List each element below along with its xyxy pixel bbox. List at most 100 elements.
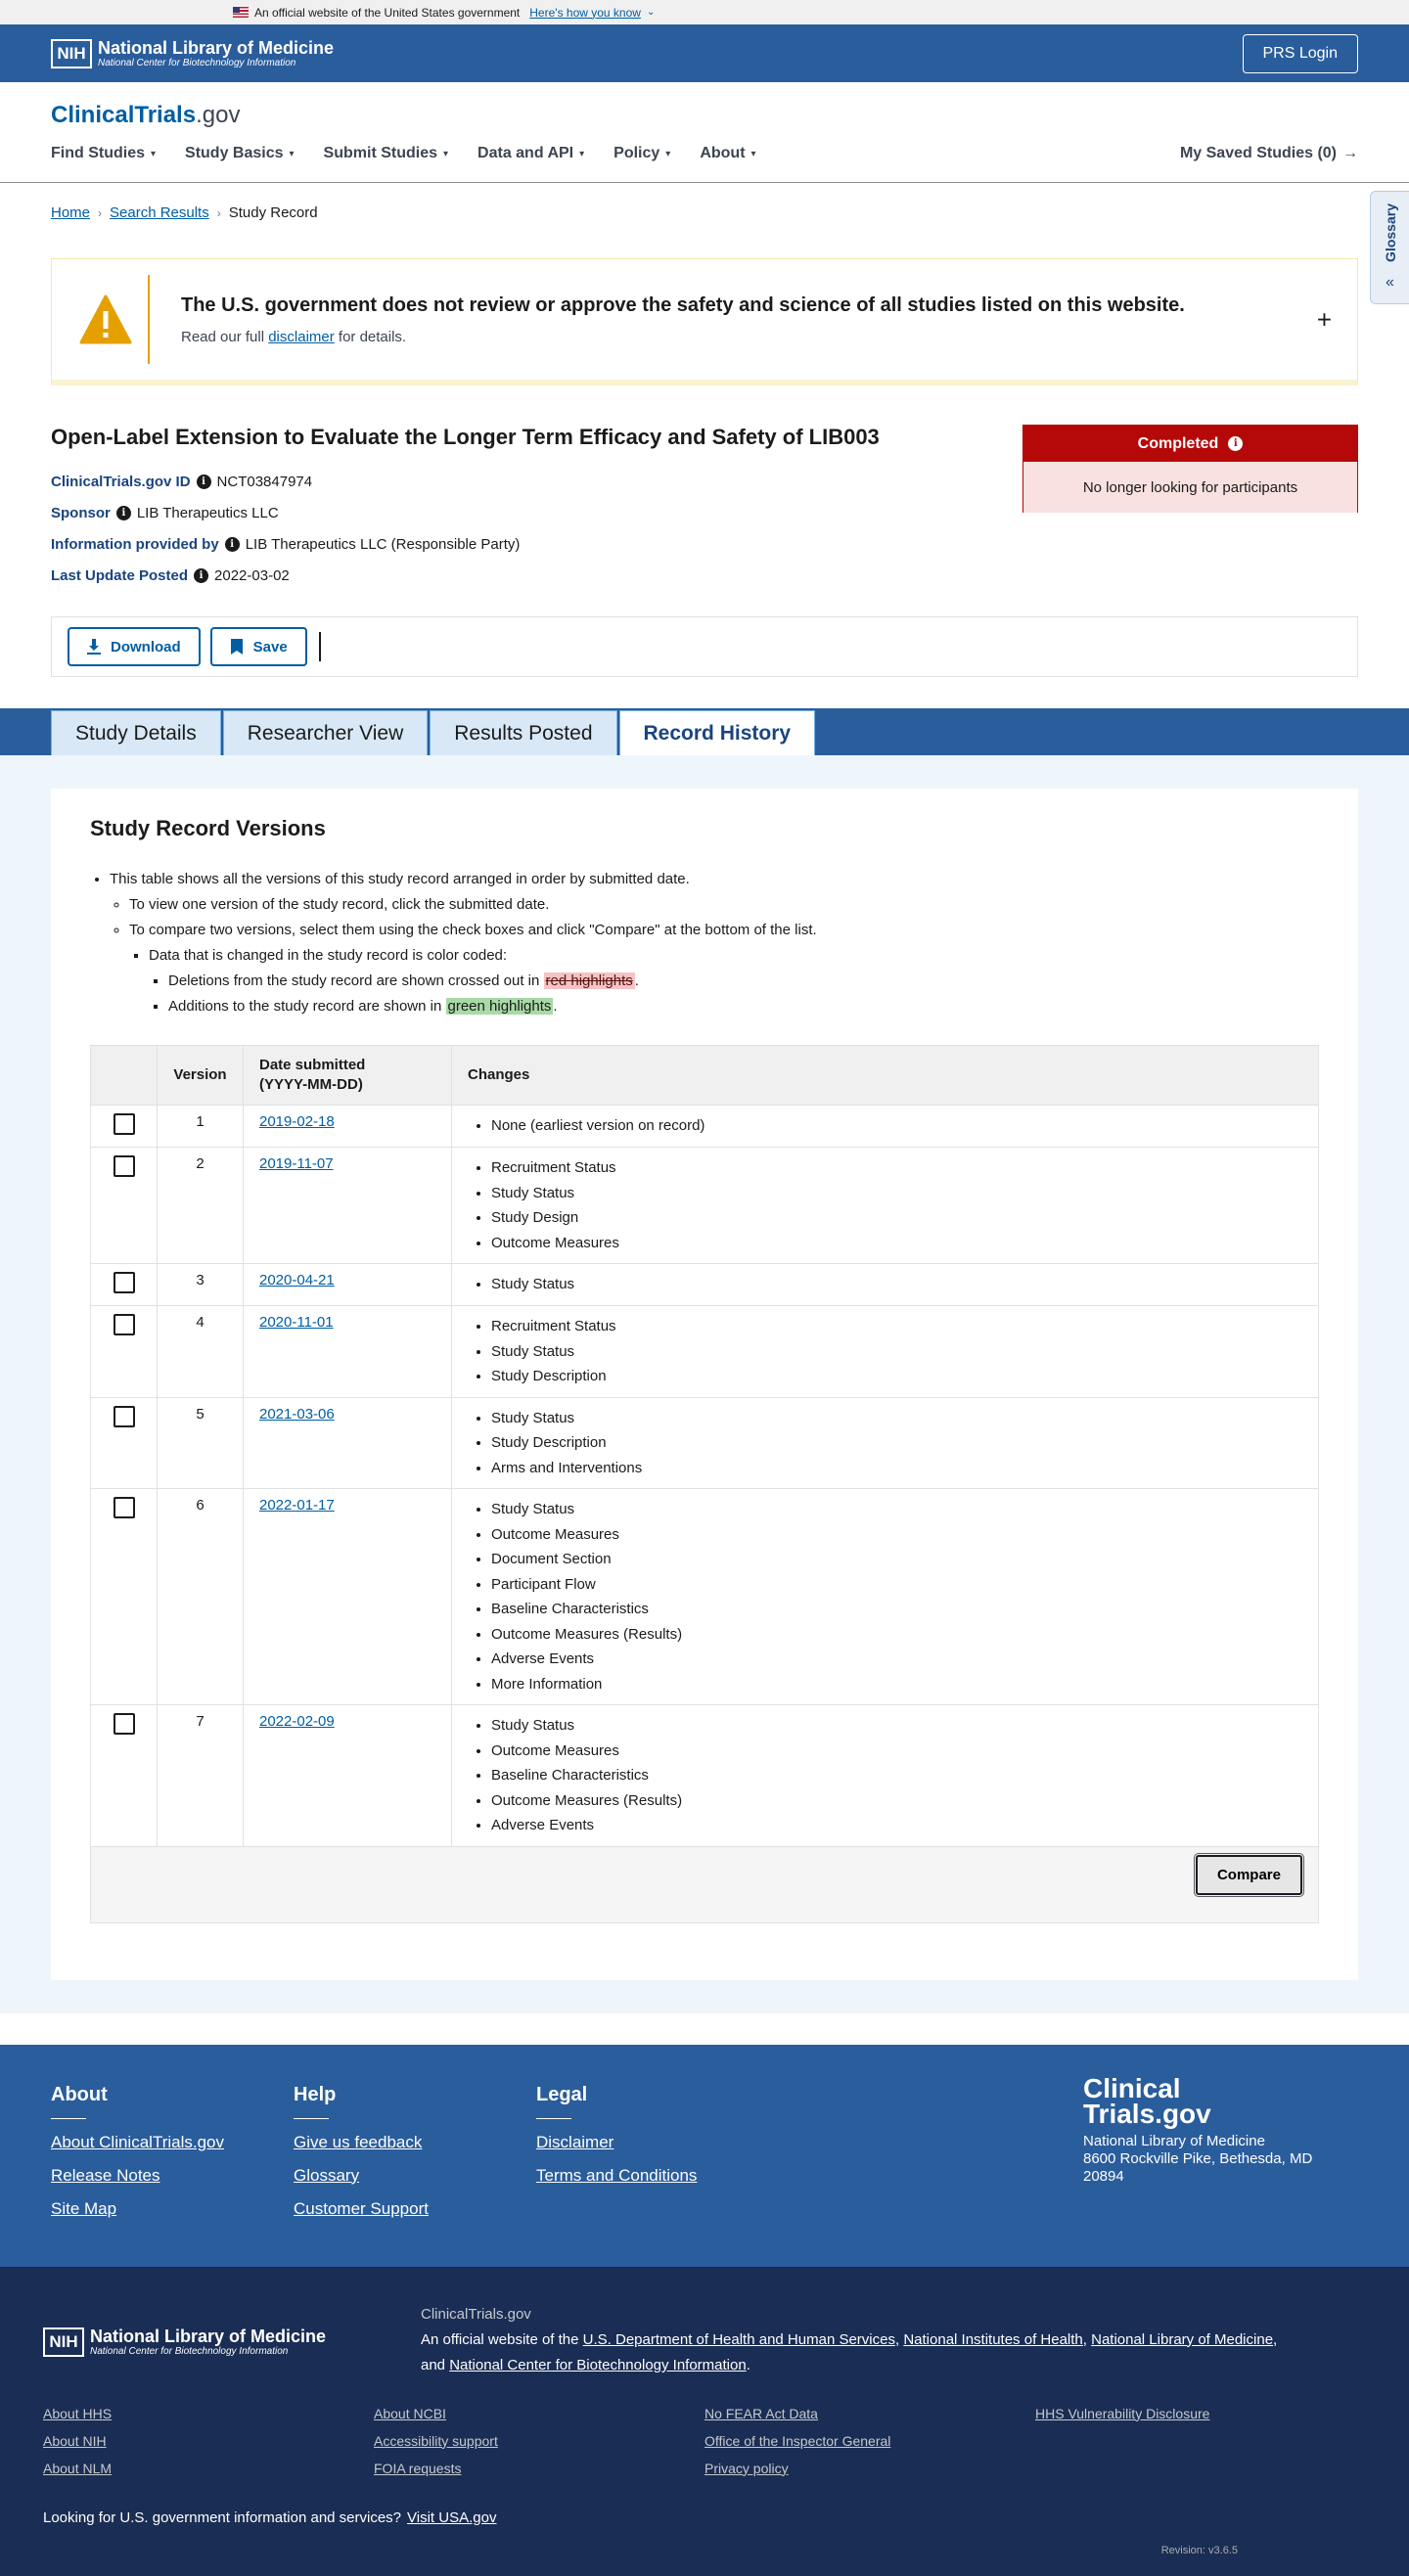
link-inspector-general[interactable]: Office of the Inspector General	[704, 2433, 1035, 2449]
nav-policy-label: Policy	[614, 145, 660, 161]
version-number: 6	[157, 1488, 244, 1705]
link-about-nlm[interactable]: About NLM	[43, 2461, 374, 2476]
footer-brand: Clinical Trials.gov	[1083, 2074, 1312, 2127]
tab-results-posted[interactable]: Results Posted	[430, 710, 617, 755]
link-vulnerability[interactable]: HHS Vulnerability Disclosure	[1035, 2406, 1366, 2421]
hhs-link[interactable]: U.S. Department of Health and Human Serv…	[583, 2331, 895, 2348]
info-icon[interactable]: i	[196, 475, 211, 489]
info-icon[interactable]: i	[194, 568, 209, 583]
version-checkbox[interactable]	[113, 1113, 135, 1135]
alert-title: The U.S. government does not review or a…	[181, 294, 1185, 316]
instruction-text-4: Data that is changed in the study record…	[149, 947, 508, 964]
save-button[interactable]: Save	[209, 627, 307, 666]
change-item: Outcome Measures (Results)	[491, 1622, 1302, 1648]
chevron-down-icon: ▾	[443, 148, 449, 159]
nct-id-value: NCT03847974	[216, 474, 313, 490]
link-no-fear[interactable]: No FEAR Act Data	[704, 2406, 1035, 2421]
nav-about[interactable]: About ▾	[700, 145, 755, 162]
versions-instructions: This table shows all the versions of thi…	[90, 867, 1319, 1019]
table-row: 5 2021-03-06 Study StatusStudy Description…	[90, 1396, 1319, 1489]
expand-plus-icon[interactable]: +	[1317, 304, 1332, 335]
footer-link-release-notes[interactable]: Release Notes	[51, 2166, 294, 2186]
heres-how-you-know-link[interactable]: Here's how you know	[529, 6, 641, 20]
version-date-link[interactable]: 2021-03-06	[259, 1406, 335, 1423]
version-date-link[interactable]: 2022-02-09	[259, 1713, 335, 1730]
changes-cell: Study StatusOutcome MeasuresBaseline Cha…	[451, 1704, 1319, 1846]
footer-link-glossary[interactable]: Glossary	[294, 2166, 536, 2186]
footer-link-site-map[interactable]: Site Map	[51, 2199, 294, 2219]
link-accessibility[interactable]: Accessibility support	[374, 2433, 704, 2449]
site-footer: About About ClinicalTrials.gov Release N…	[0, 2044, 1409, 2267]
clinicaltrials-logo[interactable]: ClinicalTrials.gov	[51, 102, 240, 129]
link-privacy[interactable]: Privacy policy	[704, 2461, 1035, 2476]
main-nav: Find Studies ▾ Study Basics ▾ Submit Studi…	[51, 145, 1358, 162]
agency-footer: NIH National Library of Medicine Nationa…	[0, 2266, 1409, 2576]
select-cell	[90, 1105, 158, 1148]
footer-link-terms[interactable]: Terms and Conditions	[536, 2166, 779, 2186]
prs-login-button[interactable]: PRS Login	[1242, 33, 1358, 73]
green-highlight-sample: green highlights	[445, 998, 554, 1015]
nih-logo[interactable]: NIH National Library of Medicine Nationa…	[51, 38, 334, 68]
nlm-footer-logo[interactable]: NIH National Library of Medicine Nationa…	[43, 2306, 421, 2378]
footer-link-disclaimer[interactable]: Disclaimer	[536, 2133, 779, 2152]
download-button[interactable]: Download	[68, 627, 201, 666]
version-checkbox[interactable]	[113, 1497, 135, 1518]
change-item: Study Status	[491, 1713, 1302, 1739]
select-cell	[90, 1263, 158, 1306]
link-foia[interactable]: FOIA requests	[374, 2461, 704, 2476]
version-checkbox[interactable]	[113, 1405, 135, 1427]
change-item: None (earliest version on record)	[491, 1113, 1302, 1139]
version-checkbox[interactable]	[113, 1272, 135, 1293]
change-item: Study Description	[491, 1430, 1302, 1456]
double-chevron-left-icon: «	[1386, 273, 1394, 291]
ncbi-link[interactable]: National Center for Biotechnology Inform…	[449, 2357, 747, 2373]
link-about-ncbi[interactable]: About NCBI	[374, 2406, 704, 2421]
version-checkbox[interactable]	[113, 1155, 135, 1177]
saved-studies-label: My Saved Studies (0)	[1179, 145, 1337, 161]
info-icon[interactable]: i	[1228, 436, 1244, 451]
change-item: Recruitment Status	[491, 1155, 1302, 1181]
link-about-nih[interactable]: About NIH	[43, 2433, 374, 2449]
compare-button[interactable]: Compare	[1193, 1852, 1305, 1897]
nav-policy[interactable]: Policy ▾	[614, 145, 670, 162]
version-date-link[interactable]: 2022-01-17	[259, 1497, 335, 1514]
version-date-link[interactable]: 2019-02-18	[259, 1113, 335, 1130]
change-item: Study Status	[491, 1497, 1302, 1522]
gov-banner: An official website of the United States…	[0, 0, 1409, 24]
nav-data-api[interactable]: Data and API ▾	[477, 145, 584, 162]
version-checkbox[interactable]	[113, 1713, 135, 1735]
nav-submit-studies[interactable]: Submit Studies ▾	[324, 145, 448, 162]
col-date-line2: (YYYY-MM-DD)	[259, 1076, 363, 1093]
usa-gov-link[interactable]: Visit USA.gov	[407, 2509, 496, 2526]
compare-cell: Compare	[90, 1845, 1319, 1922]
footer-link-feedback[interactable]: Give us feedback	[294, 2133, 536, 2152]
info-icon[interactable]: i	[224, 537, 240, 552]
version-date-link[interactable]: 2020-11-01	[259, 1314, 334, 1331]
version-date-link[interactable]: 2020-04-21	[259, 1272, 335, 1288]
nav-study-basics[interactable]: Study Basics ▾	[185, 145, 295, 162]
glossary-tab[interactable]: Glossary «	[1370, 191, 1409, 304]
change-item: Adverse Events	[491, 1647, 1302, 1672]
nih-link[interactable]: National Institutes of Health	[903, 2331, 1082, 2348]
nih-header: NIH National Library of Medicine Nationa…	[0, 24, 1409, 82]
nlm-link[interactable]: National Library of Medicine	[1091, 2331, 1273, 2348]
nav-find-studies[interactable]: Find Studies ▾	[51, 145, 156, 162]
download-icon	[87, 639, 101, 655]
changes-cell: Study StatusStudy DescriptionArms and In…	[451, 1396, 1319, 1489]
footer-link-about-ct[interactable]: About ClinicalTrials.gov	[51, 2133, 294, 2152]
tab-record-history[interactable]: Record History	[618, 710, 816, 755]
tab-study-details[interactable]: Study Details	[51, 710, 221, 755]
my-saved-studies-link[interactable]: My Saved Studies (0) →	[1180, 145, 1358, 162]
info-icon[interactable]: i	[115, 506, 131, 520]
version-checkbox[interactable]	[113, 1314, 135, 1335]
additions-text: Additions to the study record are shown …	[168, 998, 446, 1015]
tab-researcher-view[interactable]: Researcher View	[222, 710, 429, 755]
usa-gov-line: Looking for U.S. government information …	[43, 2509, 1366, 2526]
breadcrumb-search-results[interactable]: Search Results	[110, 204, 209, 221]
version-date-link[interactable]: 2019-11-07	[259, 1155, 334, 1172]
agency-links-col2: About NCBI Accessibility support FOIA re…	[374, 2406, 704, 2488]
link-about-hhs[interactable]: About HHS	[43, 2406, 374, 2421]
breadcrumb-home[interactable]: Home	[51, 204, 90, 221]
footer-link-support[interactable]: Customer Support	[294, 2199, 536, 2219]
disclaimer-link[interactable]: disclaimer	[268, 329, 335, 345]
